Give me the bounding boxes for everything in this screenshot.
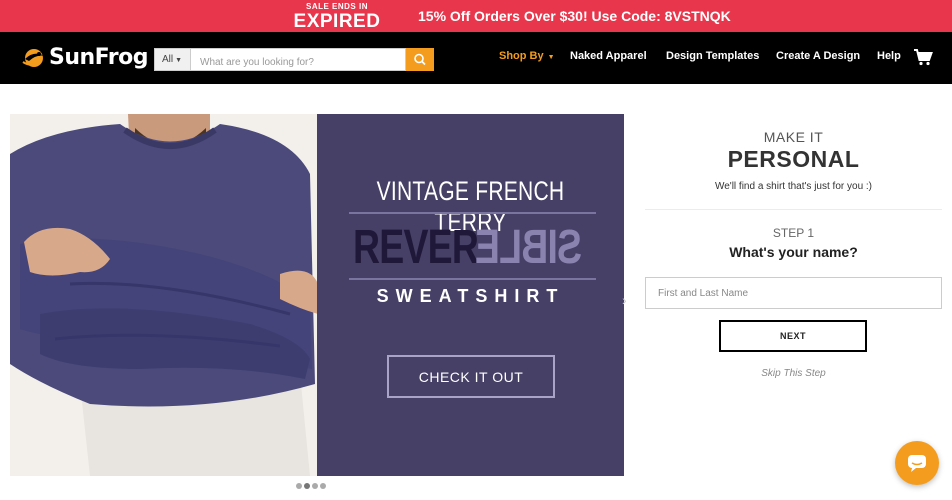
chat-icon	[908, 455, 926, 472]
hero-product-name: SWEATSHIRT	[376, 286, 565, 306]
main-nav: SunFrog All▼ Shop By▼ Naked Apparel Desi…	[0, 32, 952, 84]
logo-text: SunFrog	[49, 45, 149, 70]
nav-help[interactable]: Help	[877, 50, 901, 62]
next-button[interactable]: NEXT	[719, 320, 867, 352]
sunfrog-logo-icon	[22, 49, 45, 67]
nav-shop-by-label: Shop By	[499, 50, 544, 62]
skip-step-link[interactable]: Skip This Step	[645, 368, 942, 379]
search-input[interactable]	[191, 48, 406, 71]
carousel-dot-active[interactable]	[304, 483, 310, 489]
model-sweatshirt-image	[10, 114, 318, 476]
hero-promo-panel: VINTAGE FRENCH TERRY REVER SIBLE SWEATSH…	[317, 114, 624, 476]
personal-heading: PERSONAL	[727, 146, 860, 172]
divider	[645, 209, 942, 210]
sale-status: EXPIRED	[293, 11, 381, 32]
divider	[349, 278, 596, 280]
search-category-select[interactable]: All ▼	[154, 48, 191, 71]
nav-naked-apparel[interactable]: Naked Apparel	[570, 50, 647, 62]
cart-button[interactable]	[913, 48, 933, 66]
step-label: STEP 1	[772, 226, 815, 240]
divider	[349, 212, 596, 214]
chat-button[interactable]	[895, 441, 939, 485]
logo-link[interactable]: SunFrog	[21, 44, 149, 72]
step-question: What's your name?	[729, 244, 858, 260]
make-it-label: MAKE IT	[763, 129, 824, 145]
carousel-pagination	[296, 476, 328, 494]
sale-countdown: SALE ENDS IN EXPIRED	[292, 0, 382, 31]
search-category-value: All	[162, 54, 174, 65]
search-button[interactable]	[406, 48, 434, 71]
nav-create-design[interactable]: Create A Design	[776, 50, 860, 62]
search-icon	[414, 53, 426, 66]
carousel-dot[interactable]	[320, 483, 326, 489]
caret-down-icon: ▼	[547, 54, 555, 61]
promo-offer-text: 15% Off Orders Over $30! Use Code: 8VSTN…	[418, 8, 731, 24]
personalize-tagline: We'll find a shirt that's just for you :…	[714, 181, 873, 192]
hero-model-photo: ‹	[10, 114, 318, 476]
promo-banner: SALE ENDS IN EXPIRED 15% Off Orders Over…	[0, 0, 952, 32]
carousel-dot[interactable]	[296, 483, 302, 489]
name-input[interactable]	[645, 277, 942, 309]
reversible-text-mirrored: SIBLE	[475, 221, 583, 274]
reversible-text-left: REVER	[353, 221, 479, 274]
nav-design-templates[interactable]: Design Templates	[666, 50, 759, 62]
check-it-out-button[interactable]: CHECK IT OUT	[387, 355, 555, 398]
caret-down-icon: ▼	[175, 57, 183, 64]
carousel-dot[interactable]	[312, 483, 318, 489]
nav-shop-by[interactable]: Shop By ▼	[499, 50, 555, 62]
chevron-right-icon[interactable]: ›	[622, 292, 627, 308]
cart-icon	[914, 49, 933, 66]
